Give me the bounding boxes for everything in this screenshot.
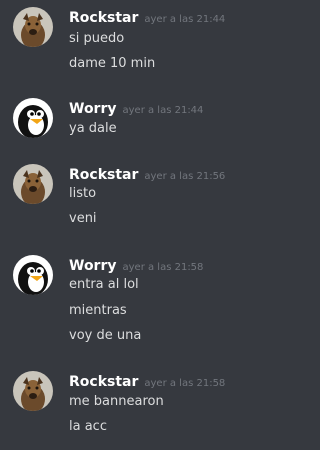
- message-text: me bannearon: [69, 394, 164, 409]
- author-name[interactable]: Worry: [69, 258, 117, 274]
- message-text: si puedo: [69, 31, 125, 46]
- message-header: Rockstar ayer a las 21:58: [69, 371, 225, 391]
- message-header: Rockstar ayer a las 21:56: [69, 164, 225, 184]
- author-name[interactable]: Worry: [69, 101, 117, 117]
- message-text: veni: [69, 211, 97, 226]
- message-text: entra al lol: [69, 277, 139, 292]
- message-text: dame 10 min: [69, 56, 156, 71]
- dog-icon[interactable]: [13, 164, 53, 204]
- author-name[interactable]: Rockstar: [69, 167, 138, 183]
- penguin-icon[interactable]: [13, 255, 53, 295]
- timestamp: ayer a las 21:44: [122, 105, 204, 116]
- timestamp: ayer a las 21:58: [144, 378, 226, 389]
- timestamp: ayer a las 21:56: [144, 171, 226, 182]
- timestamp: ayer a las 21:58: [122, 262, 204, 273]
- message-text: listo: [69, 186, 97, 201]
- author-name[interactable]: Rockstar: [69, 10, 138, 26]
- message-text: ya dale: [69, 121, 117, 136]
- message-text: mientras: [69, 303, 127, 318]
- message-header: Worry ayer a las 21:44: [69, 98, 203, 118]
- message-header: Worry ayer a las 21:58: [69, 255, 203, 275]
- dog-icon[interactable]: [13, 371, 53, 411]
- author-name[interactable]: Rockstar: [69, 374, 138, 390]
- message-text: voy de una: [69, 328, 142, 343]
- message-header: Rockstar ayer a las 21:44: [69, 7, 225, 27]
- timestamp: ayer a las 21:44: [144, 14, 226, 25]
- message-text: la acc: [69, 419, 107, 434]
- dog-icon[interactable]: [13, 7, 53, 47]
- penguin-icon[interactable]: [13, 98, 53, 138]
